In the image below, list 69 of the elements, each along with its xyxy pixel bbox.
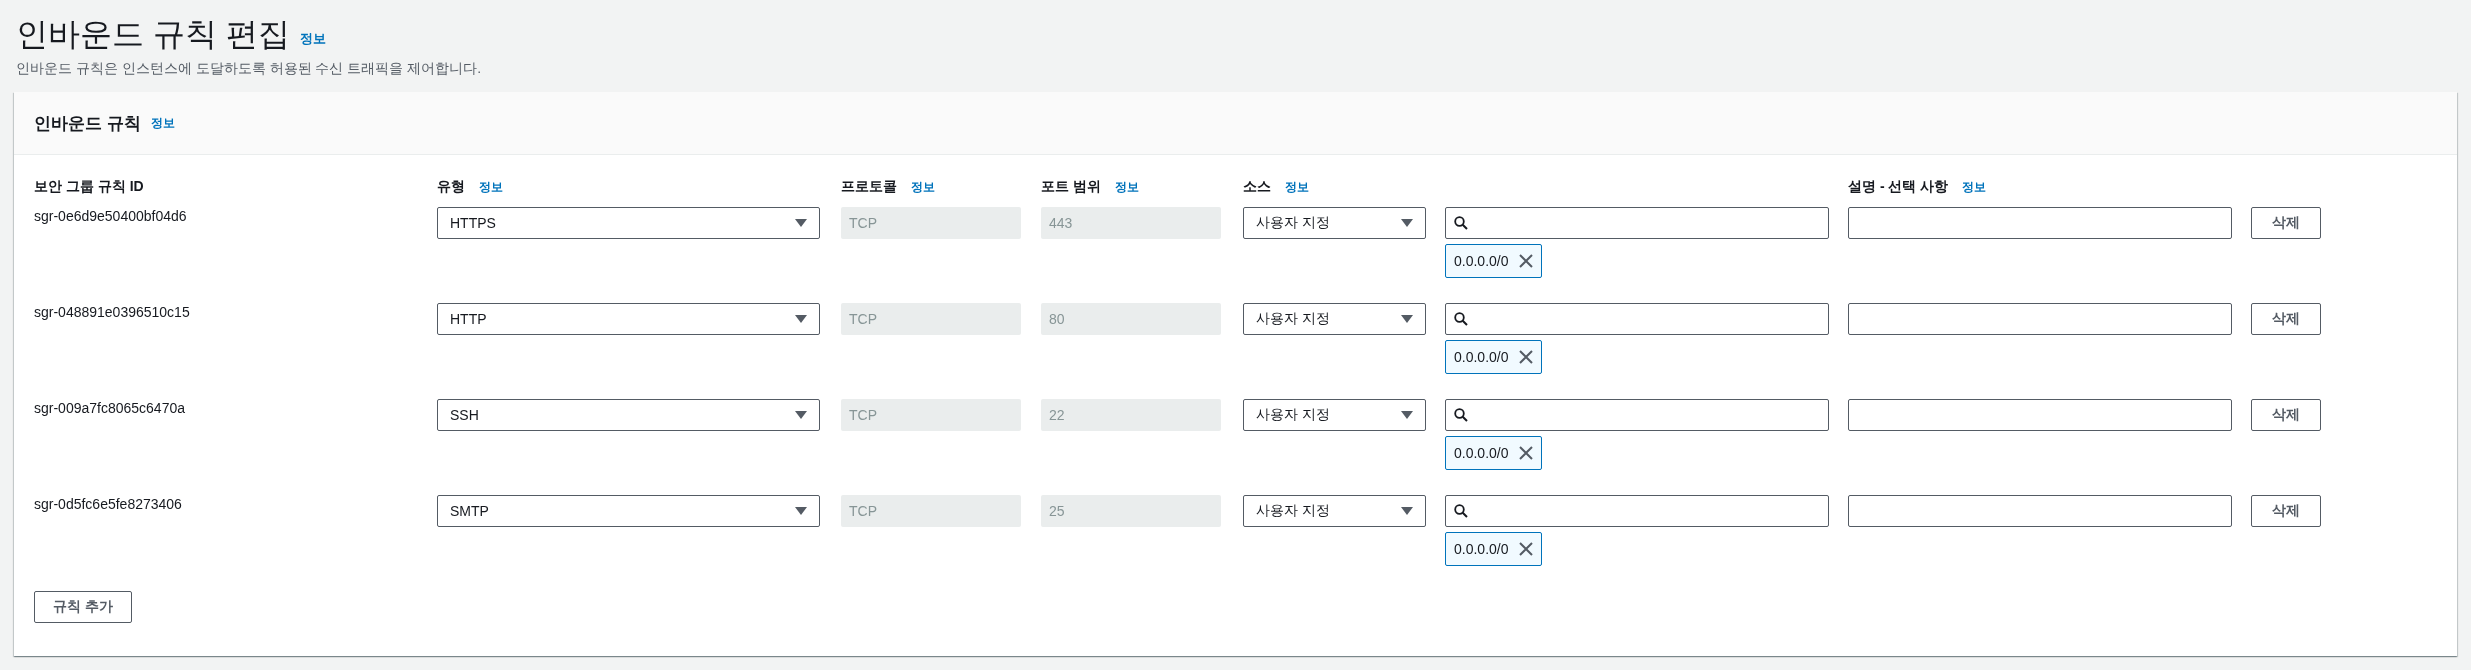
caret-icon (795, 315, 807, 323)
info-link[interactable]: 정보 (1285, 178, 1309, 196)
search-icon (1454, 504, 1468, 518)
cidr-value: 0.0.0.0/0 (1454, 349, 1509, 365)
source-dropdown[interactable]: 사용자 지정 (1243, 303, 1426, 335)
rule-id: sgr-0d5fc6e5fe8273406 (34, 495, 182, 512)
cidr-value: 0.0.0.0/0 (1454, 253, 1509, 269)
column-header: 유형 (437, 178, 465, 196)
delete-button[interactable]: 삭제 (2251, 495, 2321, 527)
description-input[interactable] (1848, 399, 2232, 431)
caret-icon (1401, 315, 1413, 323)
column-header: 설명 - 선택 사항 (1848, 178, 1949, 196)
type-dropdown[interactable]: SMTP (437, 495, 820, 527)
caret-icon (795, 411, 807, 419)
caret-icon (795, 507, 807, 515)
source-dropdown[interactable]: 사용자 지정 (1243, 495, 1426, 527)
cidr-search-field[interactable] (1445, 303, 1829, 335)
cidr-value: 0.0.0.0/0 (1454, 541, 1509, 557)
description-input[interactable] (1848, 207, 2232, 239)
close-icon[interactable] (1518, 254, 1533, 268)
column-header: 소스 (1243, 178, 1271, 196)
source-dropdown[interactable]: 사용자 지정 (1243, 207, 1426, 239)
column-header: 프로토콜 (841, 178, 897, 196)
page-description: 인바운드 규칙은 인스턴스에 도달하도록 허용된 수신 트래픽을 제어합니다. (16, 60, 483, 78)
protocol-field: TCP (841, 399, 1021, 431)
cidr-search-field[interactable] (1445, 399, 1829, 431)
search-icon (1454, 216, 1468, 230)
column-header: 보안 그룹 규칙 ID (34, 178, 144, 196)
cidr-value: 0.0.0.0/0 (1454, 445, 1509, 461)
add-rule-button[interactable]: 규칙 추가 (34, 591, 132, 623)
caret-icon (1401, 411, 1413, 419)
info-link[interactable]: 정보 (299, 30, 326, 56)
column-header: 포트 범위 (1041, 178, 1101, 196)
caret-icon (795, 219, 807, 227)
type-dropdown[interactable]: HTTP (437, 303, 820, 335)
type-dropdown[interactable]: SSH (437, 399, 820, 431)
cidr-search-field[interactable] (1445, 495, 1829, 527)
protocol-field: TCP (841, 207, 1021, 239)
info-link[interactable]: 정보 (150, 114, 175, 132)
cidr-search-field[interactable] (1445, 207, 1829, 239)
protocol-field: TCP (841, 495, 1021, 527)
close-icon[interactable] (1518, 350, 1533, 364)
protocol-field: TCP (841, 303, 1021, 335)
delete-button[interactable]: 삭제 (2251, 207, 2321, 239)
info-link[interactable]: 정보 (1962, 178, 1987, 196)
panel-title: 인바운드 규칙 (34, 112, 141, 135)
info-link[interactable]: 정보 (479, 178, 503, 196)
delete-button[interactable]: 삭제 (2251, 399, 2321, 431)
port-range-field: 443 (1041, 207, 1221, 239)
port-range-field: 80 (1041, 303, 1221, 335)
search-icon (1454, 312, 1468, 326)
description-input[interactable] (1848, 303, 2232, 335)
rule-id: sgr-0e6d9e50400bf04d6 (34, 207, 187, 224)
source-dropdown[interactable]: 사용자 지정 (1243, 399, 1426, 431)
rule-id: sgr-009a7fc8065c6470a (34, 399, 185, 416)
page-title: 인바운드 규칙 편집 (16, 15, 290, 54)
close-icon[interactable] (1518, 446, 1533, 460)
type-dropdown[interactable]: HTTPS (437, 207, 820, 239)
info-link[interactable]: 정보 (1114, 178, 1139, 196)
close-icon[interactable] (1518, 542, 1533, 556)
search-icon (1454, 408, 1468, 422)
delete-button[interactable]: 삭제 (2251, 303, 2321, 335)
rule-id: sgr-048891e0396510c15 (34, 303, 190, 320)
description-input[interactable] (1848, 495, 2232, 527)
port-range-field: 22 (1041, 399, 1221, 431)
caret-icon (1401, 219, 1413, 227)
info-link[interactable]: 정보 (911, 178, 935, 196)
caret-icon (1401, 507, 1413, 515)
port-range-field: 25 (1041, 495, 1221, 527)
